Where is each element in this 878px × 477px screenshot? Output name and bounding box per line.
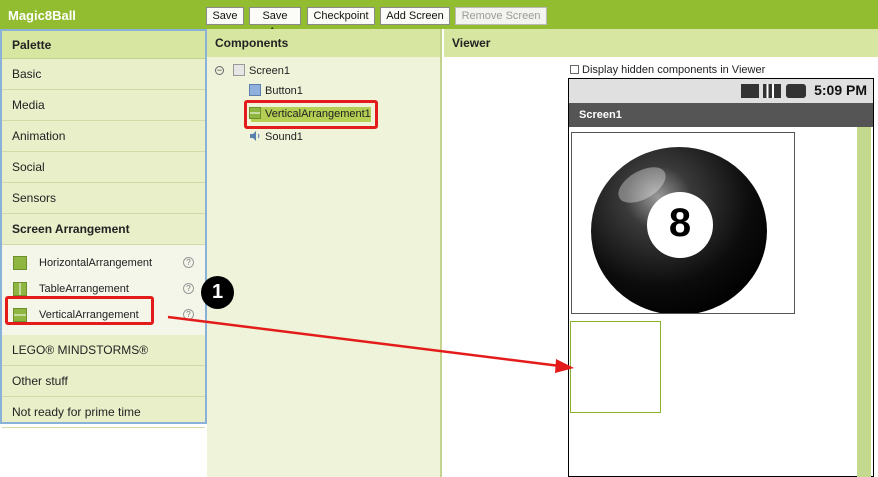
phone-status-bar: 5:09 PM (569, 79, 873, 103)
phone-scrollbar[interactable] (857, 127, 871, 477)
palette-category-lego[interactable]: LEGO® MINDSTORMS® (2, 335, 205, 366)
battery-icon (786, 84, 806, 98)
phone-preview: 5:09 PM Screen1 8 (568, 78, 874, 477)
display-hidden-row[interactable]: Display hidden components in Viewer (570, 64, 765, 76)
palette-category-not-ready[interactable]: Not ready for prime time (2, 397, 205, 428)
phone-clock: 5:09 PM (814, 82, 867, 98)
screen-icon (233, 64, 245, 76)
palette-panel: Palette Basic Media Animation Social Sen… (0, 29, 207, 428)
components-header: Components (207, 29, 442, 57)
display-hidden-checkbox[interactable] (570, 65, 579, 74)
palette-category-basic[interactable]: Basic (2, 59, 205, 90)
save-as-button[interactable]: Save As (249, 7, 301, 38)
tree-node-screen1[interactable]: Screen1 (233, 64, 290, 77)
tree-node-label: Button1 (265, 85, 303, 97)
tree-node-label: Screen1 (249, 65, 290, 77)
palette-header: Palette (2, 31, 205, 59)
remove-screen-button[interactable]: Remove Screen (455, 7, 547, 25)
palette-spacer (2, 328, 205, 335)
button-icon (249, 84, 261, 96)
palette-category-animation[interactable]: Animation (2, 121, 205, 152)
vertical-arrangement-icon (249, 107, 261, 119)
tree-node-vertical-arrangement1[interactable]: VerticalArrangement1 (249, 107, 371, 120)
viewer-header: Viewer (444, 29, 878, 57)
palette-category-other-stuff[interactable]: Other stuff (2, 366, 205, 397)
network-icon (741, 84, 759, 98)
help-icon[interactable]: ? (183, 257, 194, 268)
tree-node-label: VerticalArrangement1 (265, 108, 371, 120)
tree-node-label: Sound1 (265, 131, 303, 143)
phone-screen-title: Screen1 (569, 103, 873, 127)
step-callout: 1 (201, 276, 234, 309)
palette-category-sensors[interactable]: Sensors (2, 183, 205, 214)
palette-item-label: TableArrangement (39, 283, 129, 295)
components-tree: − Screen1 Button1 VerticalArrangement1 S… (207, 57, 442, 477)
palette-item-horizontal-arrangement[interactable]: HorizontalArrangement ? (2, 250, 205, 276)
checkpoint-button[interactable]: Checkpoint (307, 7, 375, 25)
palette-item-highlight (5, 296, 154, 325)
speaker-icon (249, 130, 261, 142)
save-button[interactable]: Save (206, 7, 244, 25)
palette-item-label: HorizontalArrangement (39, 257, 153, 269)
collapse-toggle[interactable]: − (215, 66, 224, 75)
palette-category-media[interactable]: Media (2, 90, 205, 121)
eight-ball-image[interactable]: 8 (571, 132, 795, 315)
display-hidden-label: Display hidden components in Viewer (582, 64, 766, 76)
top-bar: Magic8Ball Save Save As Checkpoint Add S… (0, 0, 878, 38)
help-icon[interactable]: ? (183, 309, 194, 320)
palette-category-screen-arrangement[interactable]: Screen Arrangement (2, 214, 205, 245)
table-arrangement-icon (13, 282, 27, 296)
horizontal-arrangement-icon (13, 256, 27, 270)
palette-category-social[interactable]: Social (2, 152, 205, 183)
tree-node-button1[interactable]: Button1 (249, 84, 303, 97)
add-screen-button[interactable]: Add Screen (380, 7, 450, 25)
tree-node-sound1[interactable]: Sound1 (249, 130, 303, 143)
help-icon[interactable]: ? (183, 283, 194, 294)
vertical-arrangement-box[interactable] (570, 321, 661, 413)
signal-bars-icon (763, 84, 781, 98)
app-title: Magic8Ball (8, 8, 76, 23)
viewer-panel: Display hidden components in Viewer 5:09… (444, 57, 878, 477)
ball-number: 8 (668, 201, 692, 245)
